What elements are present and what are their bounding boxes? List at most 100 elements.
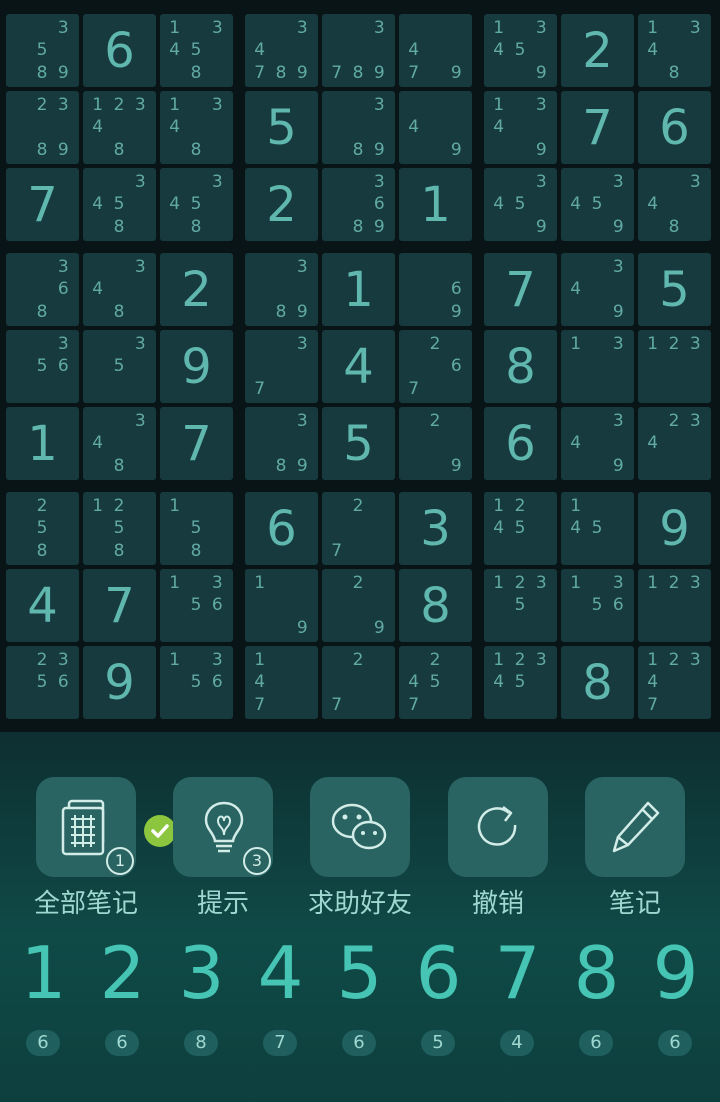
numpad-digit-5[interactable]: 5 xyxy=(320,937,399,1009)
sudoku-cell-r2c1[interactable]: 23 89 xyxy=(6,91,79,164)
cell-value: 1 xyxy=(343,261,374,318)
sudoku-cell-r4c9[interactable]: 5 xyxy=(638,253,711,326)
sudoku-cell-r8c8[interactable]: 1 356 xyxy=(561,569,634,642)
sudoku-cell-r1c2[interactable]: 6 xyxy=(83,14,156,87)
sudoku-cell-r6c5[interactable]: 5 xyxy=(322,407,395,480)
numpad-digit-2[interactable]: 2 xyxy=(83,937,162,1009)
sudoku-cell-r1c8[interactable]: 2 xyxy=(561,14,634,87)
numpad-digit-6[interactable]: 6 xyxy=(399,937,478,1009)
cell-notes: 3 48 xyxy=(87,410,151,477)
undo-button[interactable] xyxy=(448,777,548,877)
sudoku-cell-r6c3[interactable]: 7 xyxy=(160,407,233,480)
sudoku-cell-r7c7[interactable]: 1245 xyxy=(484,492,557,565)
sudoku-cell-r3c1[interactable]: 7 xyxy=(6,168,79,241)
sudoku-cell-r9c4[interactable]: 147 xyxy=(245,646,318,719)
sudoku-cell-r7c2[interactable]: 1258 xyxy=(83,492,156,565)
numpad-digit-4[interactable]: 4 xyxy=(241,937,320,1009)
sudoku-cell-r6c4[interactable]: 3 89 xyxy=(245,407,318,480)
numpad-digit-3[interactable]: 3 xyxy=(162,937,241,1009)
sudoku-cell-r4c6[interactable]: 69 xyxy=(399,253,472,326)
sudoku-cell-r3c4[interactable]: 2 xyxy=(245,168,318,241)
sudoku-cell-r2c8[interactable]: 7 xyxy=(561,91,634,164)
sudoku-cell-r7c3[interactable]: 158 xyxy=(160,492,233,565)
sudoku-cell-r7c8[interactable]: 145 xyxy=(561,492,634,565)
sudoku-cell-r4c8[interactable]: 3 4 9 xyxy=(561,253,634,326)
sudoku-cell-r3c5[interactable]: 3689 xyxy=(322,168,395,241)
sudoku-cell-r3c2[interactable]: 3 458 xyxy=(83,168,156,241)
sudoku-cell-r2c3[interactable]: 1 3 48 xyxy=(160,91,233,164)
sudoku-cell-r7c6[interactable]: 3 xyxy=(399,492,472,565)
sudoku-cell-r5c7[interactable]: 8 xyxy=(484,330,557,403)
sudoku-cell-r5c3[interactable]: 9 xyxy=(160,330,233,403)
sudoku-cell-r6c8[interactable]: 3 4 9 xyxy=(561,407,634,480)
sudoku-cell-r9c8[interactable]: 8 xyxy=(561,646,634,719)
sudoku-cell-r1c4[interactable]: 3 4789 xyxy=(245,14,318,87)
sudoku-cell-r8c4[interactable]: 19 xyxy=(245,569,318,642)
sudoku-cell-r9c1[interactable]: 2356 xyxy=(6,646,79,719)
sudoku-cell-r1c5[interactable]: 3 789 xyxy=(322,14,395,87)
numpad-digit-7[interactable]: 7 xyxy=(478,937,557,1009)
sudoku-cell-r4c3[interactable]: 2 xyxy=(160,253,233,326)
sudoku-cell-r1c7[interactable]: 1 3 459 xyxy=(484,14,557,87)
sudoku-cell-r1c1[interactable]: 3589 xyxy=(6,14,79,87)
sudoku-cell-r4c2[interactable]: 3 48 xyxy=(83,253,156,326)
notes-button[interactable] xyxy=(585,777,685,877)
note-candidate xyxy=(488,617,509,639)
sudoku-cell-r7c9[interactable]: 9 xyxy=(638,492,711,565)
sudoku-cell-r3c8[interactable]: 3 459 xyxy=(561,168,634,241)
hint-button[interactable]: 3 xyxy=(173,777,273,877)
sudoku-cell-r1c3[interactable]: 1 3 458 xyxy=(160,14,233,87)
sudoku-cell-r5c5[interactable]: 4 xyxy=(322,330,395,403)
sudoku-cell-r5c2[interactable]: 35 xyxy=(83,330,156,403)
sudoku-cell-r2c4[interactable]: 5 xyxy=(245,91,318,164)
sudoku-cell-r4c1[interactable]: 368 xyxy=(6,253,79,326)
sudoku-cell-r7c4[interactable]: 6 xyxy=(245,492,318,565)
sudoku-cell-r4c5[interactable]: 1 xyxy=(322,253,395,326)
ask-friend-button[interactable] xyxy=(310,777,410,877)
sudoku-cell-r8c3[interactable]: 1 356 xyxy=(160,569,233,642)
sudoku-cell-r5c6[interactable]: 26 7 xyxy=(399,330,472,403)
sudoku-cell-r2c9[interactable]: 6 xyxy=(638,91,711,164)
sudoku-cell-r5c8[interactable]: 13 xyxy=(561,330,634,403)
sudoku-cell-r2c2[interactable]: 123 48 xyxy=(83,91,156,164)
sudoku-cell-r3c9[interactable]: 3 48 xyxy=(638,168,711,241)
all-notes-button[interactable]: 1 xyxy=(36,777,136,877)
sudoku-cell-r8c1[interactable]: 4 xyxy=(6,569,79,642)
sudoku-cell-r8c5[interactable]: 29 xyxy=(322,569,395,642)
sudoku-cell-r2c6[interactable]: 49 xyxy=(399,91,472,164)
sudoku-cell-r8c7[interactable]: 1235 xyxy=(484,569,557,642)
sudoku-cell-r3c7[interactable]: 3 459 xyxy=(484,168,557,241)
numpad-digit-8[interactable]: 8 xyxy=(557,937,636,1009)
sudoku-cell-r8c6[interactable]: 8 xyxy=(399,569,472,642)
sudoku-cell-r6c2[interactable]: 3 48 xyxy=(83,407,156,480)
note-candidate xyxy=(424,94,445,116)
sudoku-cell-r9c5[interactable]: 27 xyxy=(322,646,395,719)
sudoku-cell-r9c9[interactable]: 123 47 xyxy=(638,646,711,719)
sudoku-cell-r9c2[interactable]: 9 xyxy=(83,646,156,719)
sudoku-cell-r8c9[interactable]: 123 xyxy=(638,569,711,642)
sudoku-cell-r6c6[interactable]: 29 xyxy=(399,407,472,480)
sudoku-cell-r7c5[interactable]: 27 xyxy=(322,492,395,565)
sudoku-cell-r2c7[interactable]: 1 3 4 9 xyxy=(484,91,557,164)
numpad-digit-9[interactable]: 9 xyxy=(636,937,715,1009)
sudoku-cell-r3c3[interactable]: 3 458 xyxy=(160,168,233,241)
sudoku-cell-r8c2[interactable]: 7 xyxy=(83,569,156,642)
sudoku-cell-r9c6[interactable]: 2457 xyxy=(399,646,472,719)
numpad-digit-1[interactable]: 1 xyxy=(4,937,83,1009)
sudoku-cell-r5c9[interactable]: 123 xyxy=(638,330,711,403)
sudoku-cell-r5c1[interactable]: 356 xyxy=(6,330,79,403)
sudoku-cell-r9c3[interactable]: 1 356 xyxy=(160,646,233,719)
sudoku-cell-r4c4[interactable]: 3 89 xyxy=(245,253,318,326)
sudoku-cell-r4c7[interactable]: 7 xyxy=(484,253,557,326)
sudoku-cell-r7c1[interactable]: 258 xyxy=(6,492,79,565)
sudoku-cell-r6c9[interactable]: 23 4 xyxy=(638,407,711,480)
sudoku-cell-r1c6[interactable]: 47 9 xyxy=(399,14,472,87)
sudoku-cell-r6c1[interactable]: 1 xyxy=(6,407,79,480)
sudoku-cell-r1c9[interactable]: 1 3 48 xyxy=(638,14,711,87)
sudoku-cell-r6c7[interactable]: 6 xyxy=(484,407,557,480)
sudoku-cell-r9c7[interactable]: 123 45 xyxy=(484,646,557,719)
sudoku-cell-r3c6[interactable]: 1 xyxy=(399,168,472,241)
sudoku-cell-r5c4[interactable]: 37 xyxy=(245,330,318,403)
sudoku-cell-r2c5[interactable]: 3 89 xyxy=(322,91,395,164)
cell-value: 7 xyxy=(582,99,613,156)
